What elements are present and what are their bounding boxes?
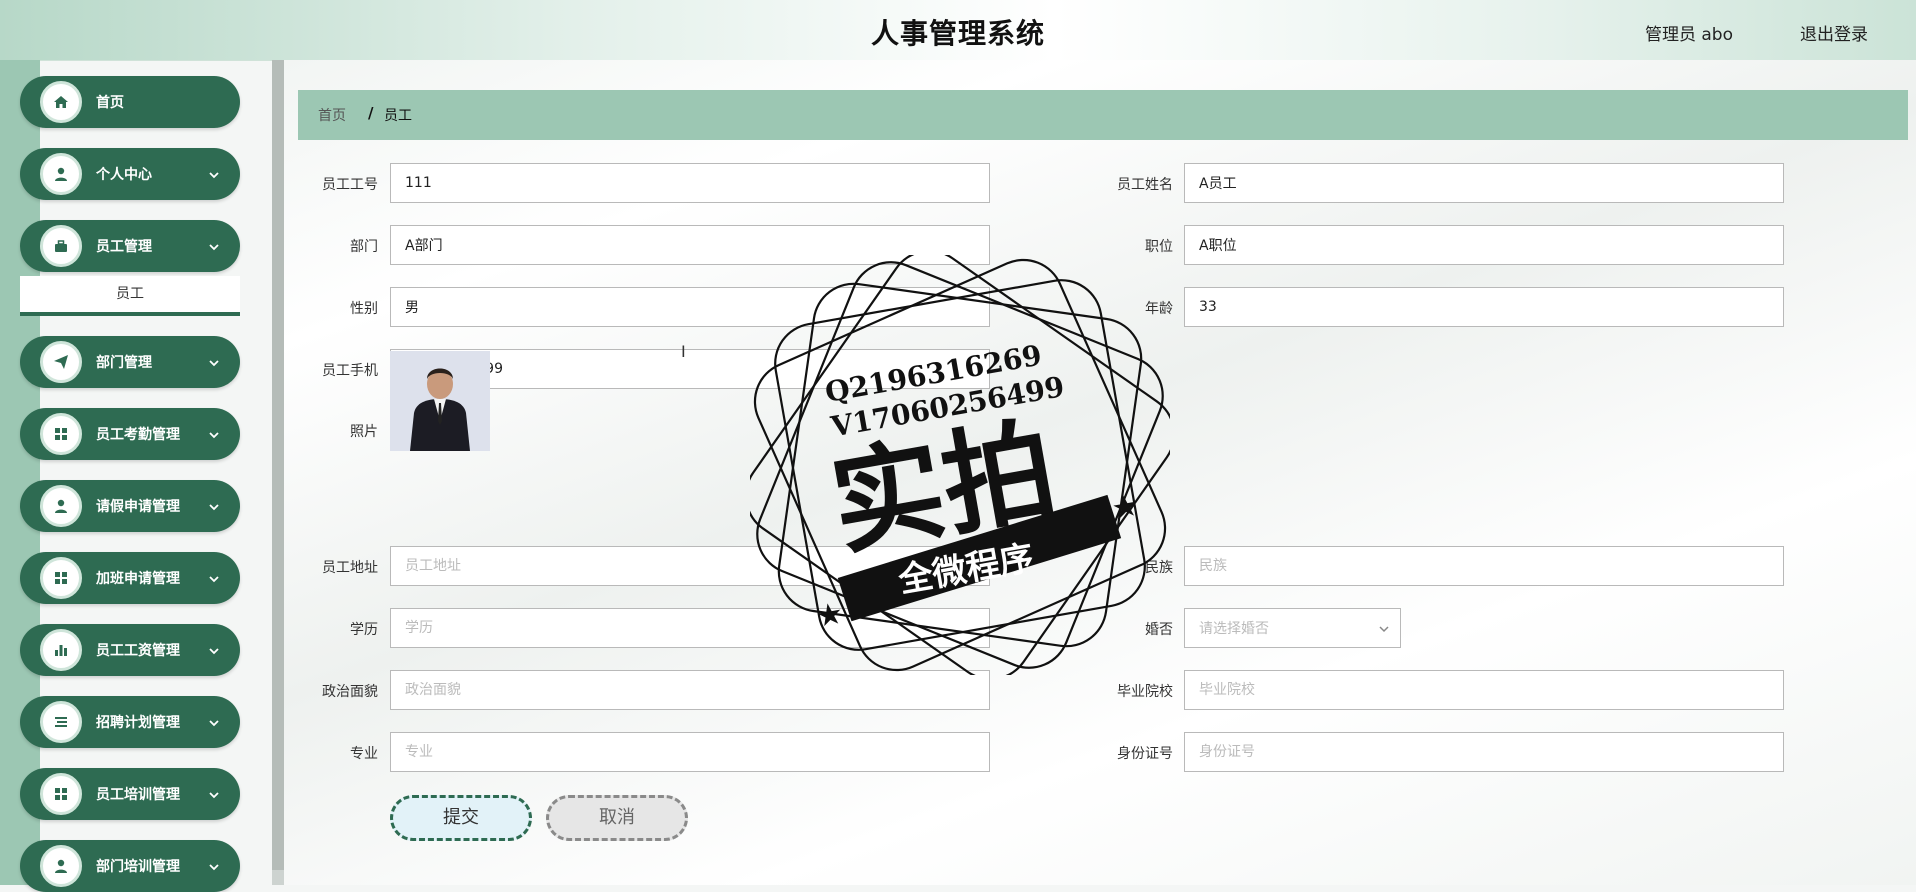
chevron-down-icon: [208, 354, 220, 367]
chevron-down-icon: [208, 238, 220, 251]
chevron-down-icon: [1378, 623, 1390, 635]
home-icon: [40, 81, 82, 123]
current-user: 管理员 abo: [1644, 25, 1733, 45]
sidebar-item-label: 招聘计划管理: [96, 715, 180, 731]
sidebar: 首页 个人中心 员工管理 员工 部门管理 员工考勤管理 请假申请管理 加班申请管…: [20, 60, 270, 892]
chevron-down-icon: [208, 166, 220, 179]
id-number-input[interactable]: [1184, 732, 1784, 772]
breadcrumb-home-link[interactable]: 首页: [318, 105, 346, 125]
sidebar-subitem-employee[interactable]: 员工: [20, 276, 240, 316]
chevron-down-icon: [208, 642, 220, 655]
sidebar-item-leave-management[interactable]: 请假申请管理: [20, 480, 240, 532]
employee-photo[interactable]: [390, 351, 490, 451]
sidebar-item-employee-management[interactable]: 员工管理: [20, 220, 240, 272]
breadcrumb: 首页 / 员工: [298, 90, 1908, 140]
sidebar-item-profile[interactable]: 个人中心: [20, 148, 240, 200]
sidebar-item-label: 首页: [96, 95, 124, 111]
sidebar-item-home[interactable]: 首页: [20, 76, 240, 128]
position-label: 职位: [1145, 239, 1173, 255]
breadcrumb-separator: /: [368, 104, 374, 122]
sidebar-item-department-management[interactable]: 部门管理: [20, 336, 240, 388]
sidebar-item-label: 部门培训管理: [96, 859, 180, 875]
political-input[interactable]: [390, 670, 990, 710]
sidebar-item-department-training-management[interactable]: 部门培训管理: [20, 840, 240, 892]
sidebar-item-label: 请假申请管理: [96, 499, 180, 515]
department-input[interactable]: [390, 225, 990, 265]
age-input[interactable]: [1184, 287, 1784, 327]
phone-label: 员工手机: [322, 363, 378, 379]
id-number-label: 身份证号: [1117, 746, 1173, 762]
address-input[interactable]: [390, 546, 990, 586]
sidebar-item-label: 部门管理: [96, 355, 152, 371]
chevron-down-icon: [208, 498, 220, 511]
user-icon: [40, 845, 82, 887]
major-label: 专业: [350, 746, 378, 762]
briefcase-icon: [40, 225, 82, 267]
sidebar-item-label: 加班申请管理: [96, 571, 180, 587]
department-label: 部门: [350, 239, 378, 255]
address-label: 员工地址: [322, 560, 378, 576]
sidebar-item-label: 员工培训管理: [96, 787, 180, 803]
employee-name-input[interactable]: [1184, 163, 1784, 203]
app-title: 人事管理系统: [870, 17, 1045, 50]
bar-chart-icon: [40, 629, 82, 671]
employee-name-label: 员工姓名: [1117, 177, 1173, 193]
chevron-down-icon: [208, 786, 220, 799]
position-input[interactable]: [1184, 225, 1784, 265]
sidebar-item-employee-training-management[interactable]: 员工培训管理: [20, 768, 240, 820]
grid-icon: [40, 773, 82, 815]
school-input[interactable]: [1184, 670, 1784, 710]
ethnicity-input[interactable]: [1184, 546, 1784, 586]
sidebar-item-label: 员工管理: [96, 239, 152, 255]
sidebar-item-overtime-management[interactable]: 加班申请管理: [20, 552, 240, 604]
chevron-down-icon: [208, 714, 220, 727]
chevron-down-icon: [208, 858, 220, 871]
logout-link[interactable]: 退出登录: [1800, 20, 1868, 45]
list-icon: [40, 701, 82, 743]
sidebar-item-label: 员工考勤管理: [96, 427, 180, 443]
app-header: 人事管理系统 管理员 abo 退出登录: [0, 0, 1916, 61]
school-label: 毕业院校: [1117, 684, 1173, 700]
employee-no-input[interactable]: [390, 163, 990, 203]
political-label: 政治面貌: [322, 684, 378, 700]
sidebar-scrollbar-thumb[interactable]: [272, 60, 284, 870]
breadcrumb-current: 员工: [384, 108, 412, 124]
sidebar-item-recruitment-management[interactable]: 招聘计划管理: [20, 696, 240, 748]
user-icon: [40, 485, 82, 527]
chevron-down-icon: [208, 426, 220, 439]
user-icon: [40, 153, 82, 195]
send-icon: [40, 341, 82, 383]
sidebar-item-attendance-management[interactable]: 员工考勤管理: [20, 408, 240, 460]
submit-button[interactable]: 提交: [390, 795, 532, 841]
major-input[interactable]: [390, 732, 990, 772]
grid-icon: [40, 557, 82, 599]
sidebar-item-salary-management[interactable]: 员工工资管理: [20, 624, 240, 676]
chevron-down-icon: [208, 570, 220, 583]
age-label: 年龄: [1145, 301, 1173, 317]
sidebar-item-label: 个人中心: [96, 167, 152, 183]
cancel-button[interactable]: 取消: [546, 795, 688, 841]
employee-no-label: 员工工号: [322, 177, 378, 193]
sidebar-item-label: 员工工资管理: [96, 643, 180, 659]
marital-select[interactable]: 请选择婚否: [1184, 608, 1401, 648]
marital-select-placeholder: 请选择婚否: [1199, 621, 1269, 637]
education-input[interactable]: [390, 608, 990, 648]
photo-label: 照片: [350, 424, 378, 440]
gender-label: 性别: [350, 301, 378, 317]
education-label: 学历: [350, 622, 378, 638]
text-cursor-icon: I: [681, 342, 686, 361]
ethnicity-label: 民族: [1145, 560, 1173, 576]
grid-icon: [40, 413, 82, 455]
gender-input[interactable]: [390, 287, 990, 327]
marital-label: 婚否: [1145, 622, 1173, 638]
